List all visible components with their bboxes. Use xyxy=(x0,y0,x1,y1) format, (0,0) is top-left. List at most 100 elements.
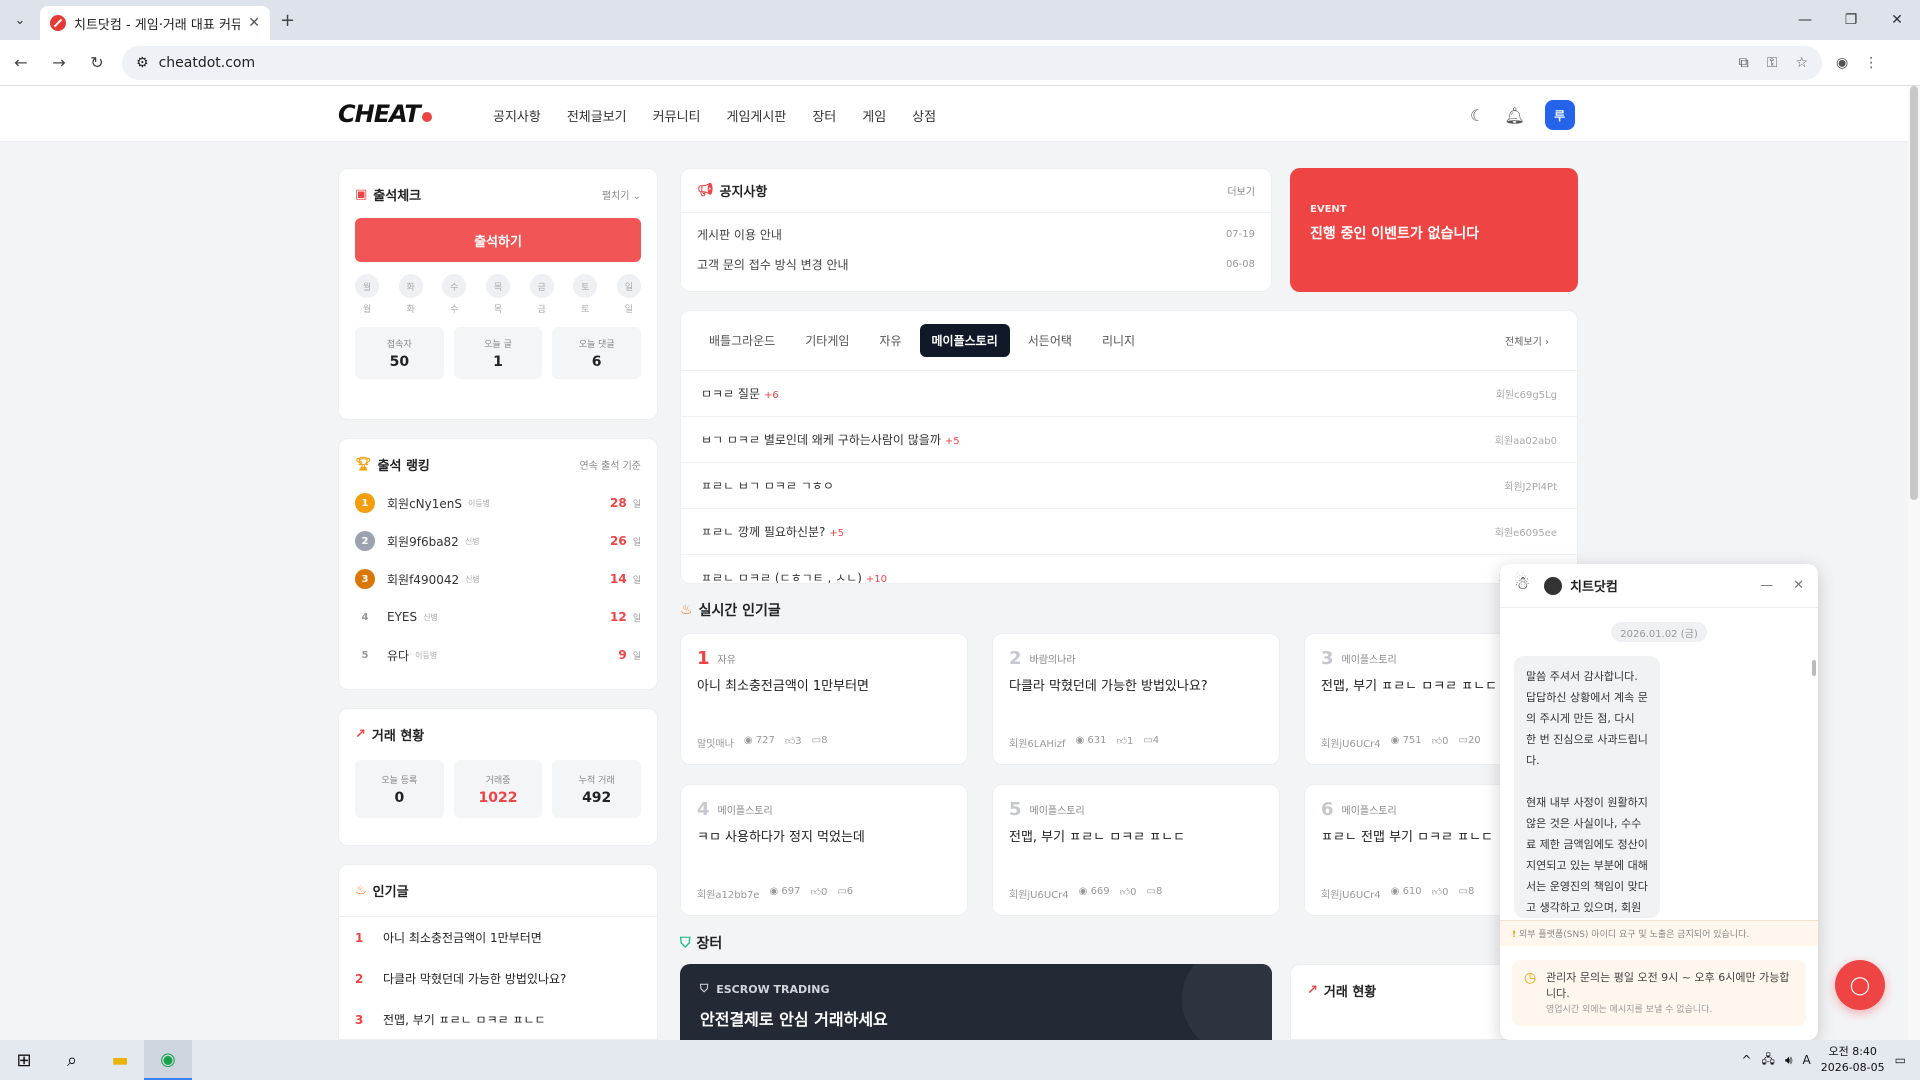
popular-posts-card: ♨ 인기글 1 아니 최소충전금액이 1만부터면 2 다클라 막혔던데 가능한 방법있… xyxy=(338,864,658,1040)
tab-search-icon[interactable]: ⌄ xyxy=(0,0,40,40)
nav-shop[interactable]: 상점 xyxy=(912,106,936,125)
ranking-row[interactable]: 2 회원9f6ba82 신병 26 일 xyxy=(355,522,641,560)
clock[interactable]: 오전 8:40 2026-08-05 xyxy=(1821,1044,1885,1076)
ime-indicator[interactable]: A xyxy=(1803,1053,1811,1067)
volume-icon[interactable]: 🔊︎ xyxy=(1785,1053,1793,1068)
nav-notice[interactable]: 공지사항 xyxy=(493,106,541,125)
comment-icon: ▭ xyxy=(1143,735,1153,746)
comment-count: +10 xyxy=(865,574,888,584)
dark-mode-moon-icon[interactable]: ☾ xyxy=(1470,106,1484,125)
close-chat-icon[interactable]: ✕ xyxy=(1793,578,1804,593)
chat-scrollbar[interactable] xyxy=(1812,660,1816,676)
attendance-title: 출석체크 xyxy=(373,189,422,204)
board-post-row[interactable]: ㅍㄹㄴ ㅁㅋㄹ (ㄷㅎㄱㅌ , ㅅㄴ)+10회원4ch20cf xyxy=(681,555,1577,584)
board-post-row[interactable]: ㅍㄹㄴ ㅂㄱ ㅁㅋㄹ ㄱㅎㅇ 회원J2Pl4Pt xyxy=(681,463,1577,509)
page-scrollbar[interactable] xyxy=(1908,86,1920,1040)
likes: 👍︎0 xyxy=(1431,736,1449,747)
reload-icon[interactable]: ↻ xyxy=(80,46,114,80)
notice-more-link[interactable]: 더보기 xyxy=(1227,183,1255,198)
rank-days: 26 일 xyxy=(610,534,641,548)
ranking-row[interactable]: 1 회원cNy1enS 이등병 28 일 xyxy=(355,484,641,522)
ranking-row[interactable]: 5 유다 이등병 9 일 xyxy=(355,636,641,674)
popular-post-card[interactable]: 5 메이플스토리 전맵, 부기 ㅍㄹㄴ ㅁㅋㄹ ㅍㄴㄷ 회원jU6UCr4 ◉ 6… xyxy=(992,784,1280,916)
popular-item[interactable]: 1 아니 최소충전금액이 1만부터면 xyxy=(355,917,641,958)
notice-title: 공지사항 xyxy=(719,185,768,200)
post-title: ㅁㅋㄹ 질문 xyxy=(701,387,761,401)
popular-post-card[interactable]: 4 메이플스토리 ㅋㅁ 사용하다가 정지 먹었는데 회원a12bb7e ◉ 697… xyxy=(680,784,968,916)
rank-number: 6 xyxy=(1321,799,1334,820)
network-icon[interactable]: 🖧︎ xyxy=(1762,1050,1775,1071)
password-key-icon[interactable]: ⚿ xyxy=(1767,55,1778,71)
close-tab-icon[interactable]: ✕ xyxy=(248,15,260,31)
file-explorer-icon[interactable]: ▬ xyxy=(96,1040,144,1080)
board-tab[interactable]: 메이플스토리 xyxy=(919,324,1010,357)
nav-game[interactable]: 게임 xyxy=(862,106,886,125)
notice-row[interactable]: 게시판 이용 안내 07-19 xyxy=(697,219,1255,249)
site-logo[interactable]: CHEAT xyxy=(338,100,432,128)
popular-item[interactable]: 3 전맵, 부기 ㅍㄹㄴ ㅁㅋㄹ ㅍㄴㄷ xyxy=(355,999,641,1040)
ranking-row[interactable]: 4 EYES 신병 12 일 xyxy=(355,598,641,636)
chrome-icon[interactable]: ◉ xyxy=(144,1040,192,1080)
minimize-icon[interactable]: — xyxy=(1782,0,1828,40)
search-icon[interactable]: ⌕ xyxy=(48,1040,96,1080)
install-app-icon[interactable]: ⧉ xyxy=(1739,55,1749,71)
stat-today-registered: 오늘 등록 0 xyxy=(355,760,444,818)
popular-post-card[interactable]: 1 자유 아니 최소충전금액이 1만부터면 알밋매나 ◉ 727 👍︎3 ▭8 xyxy=(680,633,968,765)
forward-icon[interactable]: → xyxy=(42,46,76,80)
attendance-toggle[interactable]: 펼치기 ⌄ xyxy=(602,187,641,202)
nav-game-board[interactable]: 게임게시판 xyxy=(727,106,787,125)
notice-row[interactable]: 고객 문의 접수 방식 변경 안내 06-08 xyxy=(697,249,1255,279)
nav-all-posts[interactable]: 전체글보기 xyxy=(567,106,627,125)
bookmark-star-icon[interactable]: ☆ xyxy=(1795,55,1808,71)
chat-launcher-button[interactable]: ◯ xyxy=(1835,960,1885,1010)
rank-tag: 이등병 xyxy=(468,498,491,508)
rank-days: 28 일 xyxy=(610,496,641,510)
notification-bell-icon[interactable]: 🔔︎ xyxy=(1504,106,1524,125)
popular-item[interactable]: 2 다클라 막혔던데 가능한 방법있나요? xyxy=(355,958,641,999)
board-tab[interactable]: 자유 xyxy=(867,324,913,357)
new-tab-icon[interactable]: + xyxy=(280,10,295,31)
trophy-icon: 🏆︎ xyxy=(355,457,372,472)
nav-market[interactable]: 장터 xyxy=(812,106,836,125)
eye-icon: ◉ xyxy=(743,735,753,746)
day-circle: 금 xyxy=(529,274,554,298)
event-banner[interactable]: EVENT 진행 중인 이벤트가 없습니다 xyxy=(1290,168,1578,292)
ranking-row[interactable]: 3 회원f490042 신병 14 일 xyxy=(355,560,641,598)
post-author: 알밋매나 xyxy=(697,739,734,750)
user-avatar[interactable]: 루 xyxy=(1544,100,1575,130)
board-tab[interactable]: 서든어택 xyxy=(1016,324,1084,357)
profile-icon[interactable]: ◉ xyxy=(1836,55,1848,71)
board-post-row[interactable]: ㅂㄱ ㅁㅋㄹ 별로인데 왜케 구하는사람이 많을까 +5 회원aa02ab0 xyxy=(681,417,1577,463)
chat-warning: ! 외부 플랫폼(SNS) 아이디 요구 및 노출은 금지되어 있습니다. xyxy=(1500,920,1818,946)
escrow-banner[interactable]: ⛉ ESCROW TRADING 안전결제로 안심 거래하세요 xyxy=(680,964,1272,1040)
browser-menu-icon[interactable]: ⋮ xyxy=(1864,55,1878,71)
event-title: 진행 중인 이벤트가 없습니다 xyxy=(1310,226,1480,242)
board-tab[interactable]: 기타게임 xyxy=(793,324,861,357)
rank-number: 4 xyxy=(361,611,369,623)
browser-tab[interactable]: 치트닷컴 - 게임·거래 대표 커뮤 ✕ xyxy=(40,6,270,40)
board-post-row[interactable]: ㅁㅋㄹ 질문 +6 회원c69g5Lg xyxy=(681,371,1577,417)
comments: ▭20 xyxy=(1458,735,1481,746)
url-field[interactable]: ⚙ cheatdot.com ⧉ ⚿ ☆ xyxy=(122,45,1822,80)
popular-post-card[interactable]: 2 바람의나라 다클라 막혔던데 가능한 방법있나요? 회원6LAHizf ◉ 6… xyxy=(992,633,1280,765)
eye-icon: ◉ xyxy=(1390,735,1400,746)
stat-total-trades: 누적 거래 492 xyxy=(552,760,642,818)
site-info-icon[interactable]: ⚙ xyxy=(136,55,149,71)
minimize-chat-icon[interactable]: — xyxy=(1760,578,1773,593)
board-tab[interactable]: 리니지 xyxy=(1090,324,1147,357)
board-post-row[interactable]: ㅍㄹㄴ 깡께 필요하신분? +5 회원e6095ee xyxy=(681,509,1577,555)
tray-expand-icon[interactable]: ^ xyxy=(1741,1053,1751,1067)
trend-up-icon: ↗ xyxy=(355,727,366,742)
nav-community[interactable]: 커뮤니티 xyxy=(653,106,701,125)
view-all-link[interactable]: 전체보기 › xyxy=(1493,325,1561,356)
close-window-icon[interactable]: ✕ xyxy=(1874,0,1920,40)
rank-name: 유다 xyxy=(387,648,410,663)
trade-status-title: 거래 현황 xyxy=(371,729,425,744)
windows-start-icon[interactable]: ⊞ xyxy=(0,1040,48,1080)
attend-button[interactable]: 출석하기 xyxy=(355,218,641,262)
restore-icon[interactable]: ❐ xyxy=(1828,0,1874,40)
back-icon[interactable]: ← xyxy=(4,46,38,80)
site-header: CHEAT 공지사항 전체글보기 커뮤니티 게임게시판 장터 게임 상점 ☾ 🔔… xyxy=(0,86,1920,142)
notification-center-icon[interactable]: ▭ xyxy=(1895,1053,1906,1067)
board-tab[interactable]: 배틀그라운드 xyxy=(697,324,787,357)
